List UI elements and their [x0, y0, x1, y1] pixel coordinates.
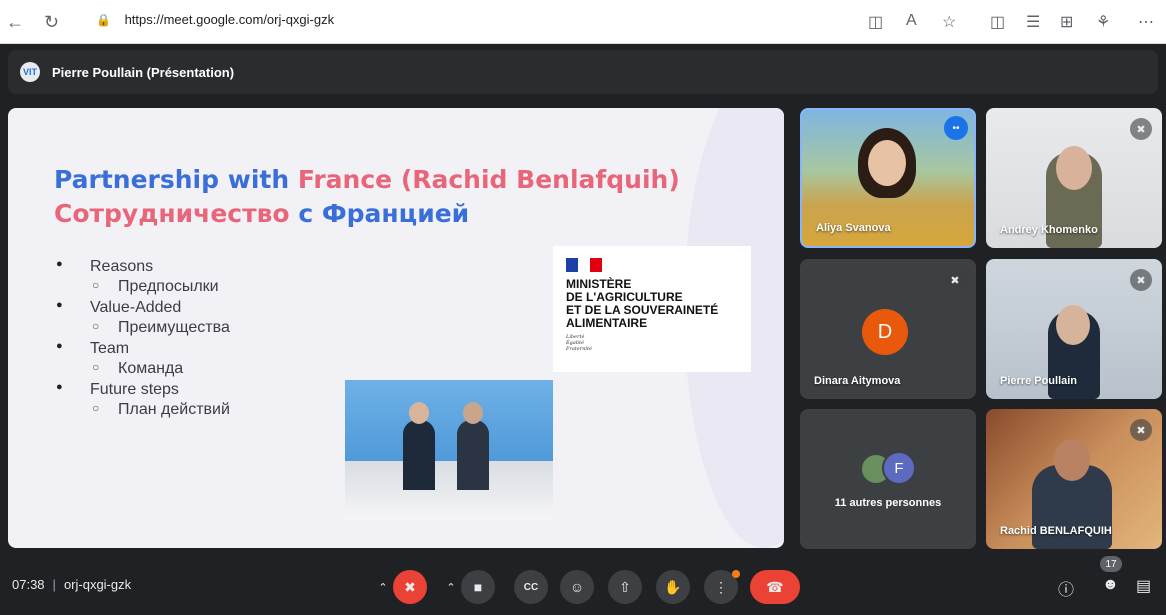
- participant-name: Rachid BENLAFQUIH: [1000, 525, 1112, 537]
- presenter-name: Pierre Poullain (Présentation): [52, 65, 235, 80]
- sub-bullet-item: План действий: [54, 401, 230, 422]
- speaking-indicator-icon: ••: [944, 116, 968, 140]
- participant-avatar: F: [882, 451, 916, 485]
- url-text: https://meet.google.com/orj-qxgi-gzk: [124, 12, 335, 27]
- captions-icon: CC: [523, 581, 539, 593]
- ministry-motto: Liberté Égalité Fraternité: [566, 334, 592, 352]
- french-flag-icon: [566, 258, 602, 272]
- bullet-item: Team: [54, 340, 230, 360]
- meeting-info-icon[interactable]: ⓘ: [1058, 576, 1074, 600]
- participant-tile-rachid[interactable]: ✖ Rachid BENLAFQUIH: [986, 409, 1162, 549]
- collections-icon[interactable]: ⊞: [1060, 12, 1073, 32]
- bullet-item: Reasons: [54, 258, 230, 278]
- lock-icon: 🔒: [96, 13, 111, 27]
- mic-off-icon: ✖: [1130, 269, 1152, 291]
- participant-face: [1056, 305, 1090, 345]
- mic-off-icon: ✖: [1130, 419, 1152, 441]
- present-screen-icon: ⇧: [619, 578, 631, 595]
- person-head: [463, 402, 483, 424]
- person-figure: [457, 420, 489, 490]
- camera-options-chevron-icon[interactable]: ⌃: [440, 570, 462, 604]
- presentation-slide: Partnership with France (Rachid Benlafqu…: [8, 108, 784, 548]
- address-bar[interactable]: 🔒 https://meet.google.com/orj-qxgi-gzk: [96, 12, 334, 27]
- people-count-badge: 17: [1100, 556, 1122, 572]
- mic-off-icon: ✖: [1130, 118, 1152, 140]
- participant-face: [868, 140, 906, 186]
- mic-off-icon: ✖: [404, 578, 416, 595]
- meeting-code: orj-qxgi-gzk: [63, 577, 132, 592]
- meeting-clock: 07:38: [12, 577, 45, 592]
- favorites-list-icon[interactable]: ☰: [1026, 12, 1040, 32]
- hand-icon: ✋: [664, 578, 682, 595]
- participant-name: Aliya Svanova: [816, 222, 891, 234]
- people-icon[interactable]: ☻: [1102, 576, 1119, 594]
- handshake-photo: [345, 380, 553, 520]
- presenter-avatar: VIT: [20, 62, 40, 82]
- ministry-logo: MINISTÈRE DE L'AGRICULTURE ET DE LA SOUV…: [553, 246, 751, 372]
- chat-icon[interactable]: ▤: [1136, 576, 1151, 596]
- title-line2-part1: Сотрудничество: [54, 199, 299, 228]
- participant-face: [1054, 439, 1090, 481]
- participant-name: Andrey Khomenko: [1000, 224, 1098, 236]
- ministry-line: ALIMENTAIRE: [566, 316, 648, 330]
- emoji-icon: ☺: [569, 579, 585, 595]
- notification-dot: [732, 570, 740, 578]
- back-arrow-icon[interactable]: ←: [6, 12, 24, 33]
- participant-tile-aliya[interactable]: •• Aliya Svanova: [800, 108, 976, 248]
- participant-face: [1056, 146, 1092, 190]
- camera-toggle-button[interactable]: ■: [461, 570, 495, 604]
- ministry-name: MINISTÈRE DE L'AGRICULTURE ET DE LA SOUV…: [566, 278, 718, 330]
- slide-title: Partnership with France (Rachid Benlafqu…: [54, 163, 680, 231]
- participant-name: Pierre Poullain: [1000, 375, 1078, 387]
- mic-options-chevron-icon[interactable]: ⌃: [372, 570, 394, 604]
- mic-off-icon: ✖: [944, 269, 966, 291]
- title-line1-part2: France (Rachid Benlafquih): [297, 165, 680, 194]
- more-menu-icon[interactable]: ⋯: [1138, 12, 1154, 32]
- participant-avatar: D: [862, 309, 908, 355]
- others-avatars: F: [860, 449, 920, 485]
- browser-toolbar: ← ↻ 🔒 https://meet.google.com/orj-qxgi-g…: [0, 0, 1166, 44]
- participant-tile-andrey[interactable]: ✖ Andrey Khomenko: [986, 108, 1162, 248]
- meeting-details: 07:38 | orj-qxgi-gzk: [12, 577, 131, 592]
- person-head: [409, 402, 429, 424]
- sub-bullet-item: Преимущества: [54, 319, 230, 340]
- more-vert-icon: ⋮: [714, 578, 728, 595]
- favorite-star-icon[interactable]: ☆: [942, 12, 956, 32]
- person-figure: [403, 420, 435, 490]
- captions-button[interactable]: CC: [514, 570, 548, 604]
- bullet-item: Value-Added: [54, 299, 230, 319]
- title-line2-part2: с Францией: [298, 199, 470, 228]
- separator: |: [52, 577, 56, 592]
- sub-bullet-item: Предпосылки: [54, 278, 230, 299]
- others-count-label: 11 autres personnes: [834, 497, 942, 509]
- present-button[interactable]: ⇧: [608, 570, 642, 604]
- reload-icon[interactable]: ↻: [44, 12, 59, 33]
- leave-call-button[interactable]: ☎: [750, 570, 800, 604]
- extensions-icon[interactable]: ⚘: [1096, 12, 1110, 32]
- participant-tile-pierre[interactable]: ✖ Pierre Poullain: [986, 259, 1162, 399]
- sub-bullet-item: Команда: [54, 360, 230, 381]
- mic-toggle-button[interactable]: ✖: [393, 570, 427, 604]
- motto-line: Fraternité: [566, 346, 592, 352]
- reactions-button[interactable]: ☺: [560, 570, 594, 604]
- camera-icon[interactable]: ◫: [868, 12, 883, 32]
- camera-icon: ■: [473, 579, 483, 595]
- participant-name: Dinara Aitymova: [814, 375, 901, 387]
- participant-tile-dinara[interactable]: ✖ D Dinara Aitymova: [800, 259, 976, 399]
- split-screen-icon[interactable]: ◫: [990, 12, 1005, 32]
- read-aloud-icon[interactable]: A: [906, 12, 917, 30]
- others-tile[interactable]: F 11 autres personnes: [800, 409, 976, 549]
- bullet-item: Future steps: [54, 381, 230, 401]
- hang-up-icon: ☎: [766, 578, 784, 595]
- presenter-bar: VIT Pierre Poullain (Présentation): [8, 50, 1158, 94]
- slide-bullet-list: Reasons Предпосылки Value-Added Преимуще…: [54, 258, 230, 422]
- title-line1-part1: Partnership with: [54, 165, 298, 194]
- raise-hand-button[interactable]: ✋: [656, 570, 690, 604]
